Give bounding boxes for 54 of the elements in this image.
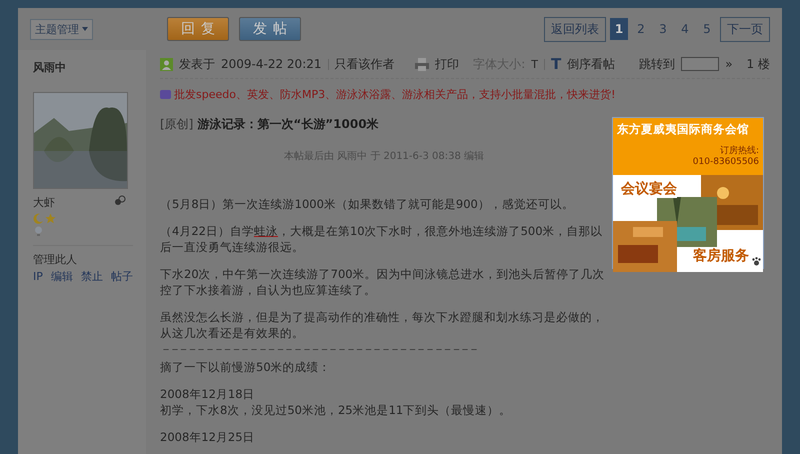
ad-title: 东方夏威夷国际商务会馆 xyxy=(617,122,750,137)
ad-icon xyxy=(160,90,171,99)
post-paragraph: 2008年12月25日 xyxy=(160,429,256,445)
hotline-label: 订房热线: xyxy=(718,144,759,157)
post-paragraph: 2008年12月18日 初学，下水8次，没见过50米池，25米池是11下到头（最慢速）。 xyxy=(160,386,512,418)
username: 风雨中 xyxy=(33,60,67,75)
post-paragraph: 下水20次，中午第一次连续游了700米。因为中间泳镜总进水，到池头后暂停了几次控了下水接着游，自认为也应算连续了。 xyxy=(160,266,606,298)
floor-number: 1 楼 xyxy=(746,56,770,72)
next-page-link[interactable]: 下一页 xyxy=(720,16,770,42)
floor-input[interactable] xyxy=(681,57,720,71)
post-paragraph: （4月22日）自学蛙泳，大概是在第10次下水时，很意外地连续游了500米，自那以后一直没勇气连续游很远。 xyxy=(160,223,604,255)
ad-banner[interactable]: 东方夏威夷国际商务会馆 订房热线: 010-83605506 会议宴会 客房服务 xyxy=(612,117,764,269)
moon-icon xyxy=(33,213,44,224)
post-paragraph: 虽然没怎么长游，但是为了提高动作的准确性，每次下水蹬腿和划水练习是必做的，从这几次看还是有效果的。 xyxy=(160,309,605,341)
thread-title: 游泳记录：第一次“长游”1000米 xyxy=(197,116,379,133)
print-link[interactable]: 打印 xyxy=(435,56,460,72)
post-time: 2009-4-22 20:21 xyxy=(221,57,322,71)
post-paragraph: 摘了一下以前慢游50米的成绩： xyxy=(160,359,332,375)
reverse-order-link[interactable]: 倒序看帖 xyxy=(567,56,616,72)
page-number[interactable]: 4 xyxy=(676,18,694,40)
promo-link[interactable]: 批发speedo、英发、防水MP3、游泳沐浴露、游泳相关产品，支持小批量混批，快来进货! xyxy=(174,87,616,102)
page-number[interactable]: 5 xyxy=(698,18,716,40)
user-icon xyxy=(160,58,173,70)
manage-link[interactable]: 帖子 xyxy=(110,270,133,283)
page-number[interactable]: 1 xyxy=(610,18,628,40)
manage-link[interactable]: IP xyxy=(33,270,43,283)
keyword-link[interactable]: 蛙泳 xyxy=(254,224,278,238)
hotline-number: 010-83605506 xyxy=(692,157,759,167)
topic-manage-menu[interactable]: 主题管理 xyxy=(30,18,93,40)
jump-label: 跳转到 xyxy=(639,56,676,72)
thread-tag: [原创] xyxy=(160,116,194,133)
manage-user-label: 管理此人 xyxy=(33,252,78,267)
rank-title: 大虾 xyxy=(33,195,55,210)
back-to-list-link[interactable]: 返回列表 xyxy=(544,16,606,42)
paw-icon xyxy=(752,257,761,266)
printer-icon[interactable] xyxy=(415,58,430,70)
reply-button[interactable]: 回复 xyxy=(167,17,229,41)
page-number[interactable]: 2 xyxy=(632,18,650,40)
banquet-caption: 会议宴会 xyxy=(621,180,677,198)
new-post-button[interactable]: 发帖 xyxy=(239,17,301,41)
star-icon xyxy=(45,213,56,224)
post-paragraph: （5月8日）第一次连续游1000米（如果数错了就可能是900），感觉还可以。 xyxy=(160,196,575,212)
caret-icon xyxy=(82,27,88,31)
manage-link[interactable]: 禁止 xyxy=(80,270,103,283)
small-font-button[interactable]: T xyxy=(531,58,538,70)
go-button[interactable]: » xyxy=(725,57,733,71)
author-only-link[interactable]: 只看该作者 xyxy=(334,56,394,72)
large-font-button[interactable]: T xyxy=(550,55,562,73)
posted-label: 发表于 xyxy=(179,56,215,72)
dashed-rule: －－－－－－－－－－－－－－－－－－－－－－－－－－－－－－－－－－－－ xyxy=(160,341,478,357)
manage-link[interactable]: 编辑 xyxy=(50,270,73,283)
rooms-caption: 客房服务 xyxy=(693,247,749,265)
bulb-icon xyxy=(34,226,43,237)
page-number[interactable]: 3 xyxy=(654,18,672,40)
